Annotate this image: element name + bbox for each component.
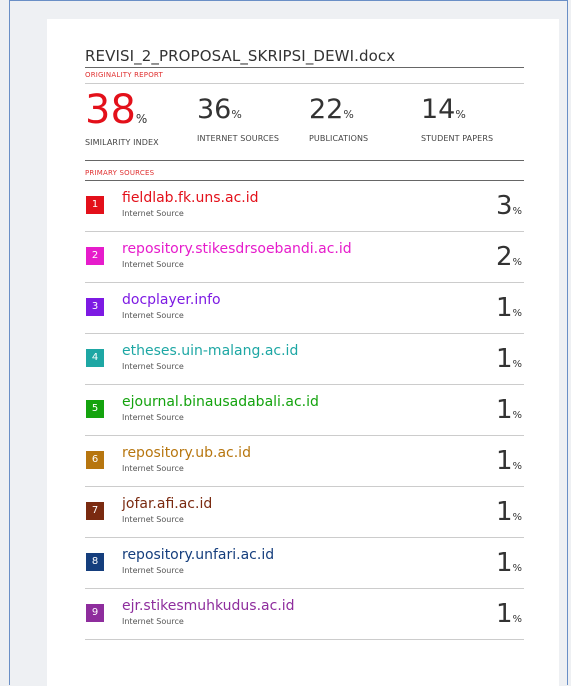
source-type-label: Internet Source [122,617,184,626]
primary-sources-heading: PRIMARY SOURCES [85,169,155,177]
source-name-link[interactable]: docplayer.info [122,292,221,308]
source-rank-badge: 8 [86,553,104,571]
source-row-4[interactable]: 4 etheses.uin-malang.ac.id Internet Sour… [85,334,524,385]
source-rank-badge: 4 [86,349,104,367]
source-percent: 1% [495,599,522,629]
publications-metric: 22% PUBLICATIONS [309,92,368,143]
source-percent: 1% [495,293,522,323]
source-type-label: Internet Source [122,413,184,422]
student-papers-value: 14% [421,94,466,125]
similarity-index-label: SIMILARITY INDEX [85,138,159,147]
source-type-label: Internet Source [122,260,184,269]
source-name-link[interactable]: fieldlab.fk.uns.ac.id [122,190,259,206]
source-percent: 1% [495,497,522,527]
source-type-label: Internet Source [122,515,184,524]
source-rank-badge: 5 [86,400,104,418]
source-row-5[interactable]: 5 ejournal.binausadabali.ac.id Internet … [85,385,524,436]
report-page: REVISI_2_PROPOSAL_SKRIPSI_DEWI.docx ORIG… [47,19,559,686]
similarity-index-value: 38% [85,87,148,133]
source-rank-badge: 2 [86,247,104,265]
similarity-index-metric: 38% SIMILARITY INDEX [85,87,159,147]
publications-value: 22% [309,94,354,125]
document-title: REVISI_2_PROPOSAL_SKRIPSI_DEWI.docx [85,47,396,65]
source-rank-badge: 9 [86,604,104,622]
viewer-frame: REVISI_2_PROPOSAL_SKRIPSI_DEWI.docx ORIG… [9,0,568,686]
source-name-link[interactable]: ejournal.binausadabali.ac.id [122,394,319,410]
student-papers-label: STUDENT PAPERS [421,134,494,143]
source-name-link[interactable]: repository.unfari.ac.id [122,547,274,563]
source-type-label: Internet Source [122,311,184,320]
source-row-2[interactable]: 2 repository.stikesdrsoebandi.ac.id Inte… [85,232,524,283]
source-percent: 2% [495,242,522,272]
source-type-label: Internet Source [122,209,184,218]
source-row-7[interactable]: 7 jofar.afi.ac.id Internet Source 1% [85,487,524,538]
source-rank-badge: 6 [86,451,104,469]
source-type-label: Internet Source [122,566,184,575]
source-row-9[interactable]: 9 ejr.stikesmuhkudus.ac.id Internet Sour… [85,589,524,640]
source-rank-badge: 1 [86,196,104,214]
source-percent: 1% [495,395,522,425]
source-name-link[interactable]: etheses.uin-malang.ac.id [122,343,298,359]
source-row-1[interactable]: 1 fieldlab.fk.uns.ac.id Internet Source … [85,181,524,232]
metrics-divider [85,160,524,161]
source-name-link[interactable]: ejr.stikesmuhkudus.ac.id [122,598,295,614]
source-percent: 1% [495,548,522,578]
internet-sources-label: INTERNET SOURCES [197,134,280,143]
source-name-link[interactable]: jofar.afi.ac.id [122,496,212,512]
source-row-3[interactable]: 3 docplayer.info Internet Source 1% [85,283,524,334]
source-name-link[interactable]: repository.stikesdrsoebandi.ac.id [122,241,352,257]
internet-sources-metric: 36% INTERNET SOURCES [197,92,279,143]
originality-report-heading: ORIGINALITY REPORT [85,71,163,79]
source-type-label: Internet Source [122,464,184,473]
student-papers-metric: 14% STUDENT PAPERS [421,92,493,143]
source-percent: 3% [495,191,522,221]
source-percent: 1% [495,446,522,476]
title-divider [85,67,524,68]
publications-label: PUBLICATIONS [309,134,369,143]
source-row-6[interactable]: 6 repository.ub.ac.id Internet Source 1% [85,436,524,487]
source-percent: 1% [495,344,522,374]
source-row-8[interactable]: 8 repository.unfari.ac.id Internet Sourc… [85,538,524,589]
internet-sources-value: 36% [197,94,242,125]
source-rank-badge: 3 [86,298,104,316]
originality-divider [85,83,524,84]
source-type-label: Internet Source [122,362,184,371]
source-name-link[interactable]: repository.ub.ac.id [122,445,251,461]
source-rank-badge: 7 [86,502,104,520]
